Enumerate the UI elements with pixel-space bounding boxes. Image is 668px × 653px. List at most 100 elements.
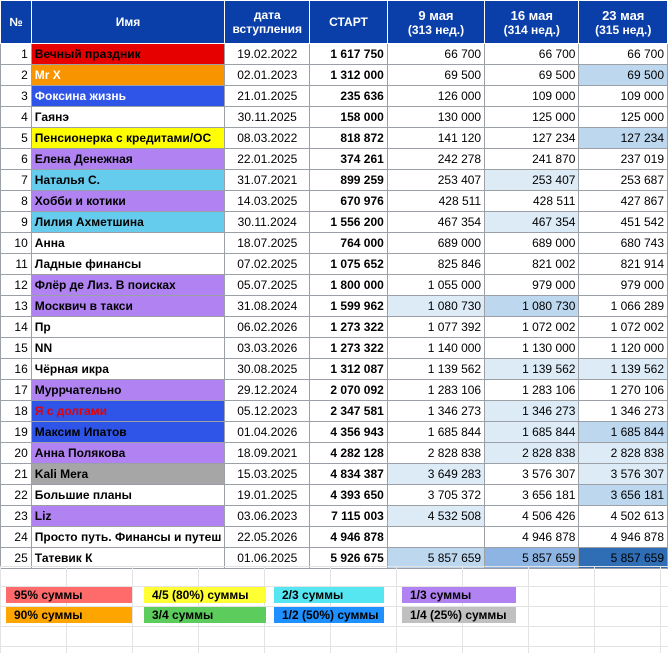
row-name: Елена Денежная xyxy=(30,148,226,170)
header-week-1-date: 9 мая xyxy=(418,7,454,23)
row-date: 19.01.2025 xyxy=(224,484,311,506)
row-start: 1 599 962 xyxy=(309,295,388,317)
row-index: 2 xyxy=(0,64,32,86)
row-week-2: 4 506 426 xyxy=(484,505,580,527)
table-row: 1 Вечный праздник 19.02.2022 1 617 750 66 70… xyxy=(0,43,668,65)
row-week-2: 2 828 838 xyxy=(484,442,580,464)
table-row: 6 Елена Денежная 22.01.2025 374 261 242 278 2… xyxy=(0,148,668,170)
row-start: 1 075 652 xyxy=(309,253,388,275)
row-week-2: 1 685 844 xyxy=(484,421,580,443)
header-week-2-num: (314 нед.) xyxy=(503,22,560,37)
row-start: 235 636 xyxy=(309,85,388,107)
header-week-3-num: (315 нед.) xyxy=(595,22,652,37)
row-start: 4 946 878 xyxy=(309,526,388,548)
row-week-2: 1 139 562 xyxy=(484,358,580,380)
row-date: 22.05.2026 xyxy=(224,526,311,548)
row-date: 03.06.2023 xyxy=(224,505,311,527)
header-name: Имя xyxy=(30,0,226,44)
row-date: 18.09.2021 xyxy=(224,442,311,464)
row-week-2: 689 000 xyxy=(484,232,580,254)
header-week-3: 23 мая (315 нед.) xyxy=(578,0,668,44)
row-week-3: 427 867 xyxy=(578,190,668,212)
row-name: Муррчательно xyxy=(30,379,226,401)
row-index: 18 xyxy=(0,400,32,422)
row-week-3: 69 500 xyxy=(578,64,668,86)
row-start: 158 000 xyxy=(309,106,388,128)
row-date: 19.02.2022 xyxy=(224,43,311,65)
row-week-3: 1 685 844 xyxy=(578,421,668,443)
row-week-2: 109 000 xyxy=(484,85,580,107)
row-week-3: 680 743 xyxy=(578,232,668,254)
legend-50: 1/2 (50%) суммы xyxy=(274,607,384,623)
header-date-line1: дата xyxy=(253,8,281,22)
table-row: 16 Чёрная икра 30.08.2025 1 312 087 1 139 56… xyxy=(0,358,668,380)
row-week-1: 253 407 xyxy=(386,169,486,191)
header-week-3-date: 23 мая xyxy=(602,7,645,23)
row-index: 24 xyxy=(0,526,32,548)
table-body: 1 Вечный праздник 19.02.2022 1 617 750 66 70… xyxy=(0,43,668,569)
row-week-3: 2 828 838 xyxy=(578,442,668,464)
legend-90: 90% суммы xyxy=(6,607,132,623)
row-index: 7 xyxy=(0,169,32,191)
table-row: 11 Ладные финансы 07.02.2025 1 075 652 825 8… xyxy=(0,253,668,275)
header-week-2: 16 мая (314 нед.) xyxy=(484,0,580,44)
row-index: 12 xyxy=(0,274,32,296)
row-name: Я с долгами xyxy=(30,400,226,422)
row-name: Чёрная икра xyxy=(30,358,226,380)
row-name: Фоксина жизнь xyxy=(30,85,226,107)
table-row: 9 Лилия Ахметшина 30.11.2024 1 556 200 467 3… xyxy=(0,211,668,233)
row-date: 21.01.2025 xyxy=(224,85,311,107)
row-name: Вечный праздник xyxy=(30,43,226,65)
row-week-3: 253 687 xyxy=(578,169,668,191)
row-start: 4 356 943 xyxy=(309,421,388,443)
row-week-1: 1 077 392 xyxy=(386,316,486,338)
row-date: 02.01.2023 xyxy=(224,64,311,86)
table-row: 5 Пенсионерка с кредитами/ОС 08.03.2022 818… xyxy=(0,127,668,149)
row-name: Флёр де Лиз. В поисках xyxy=(30,274,226,296)
row-week-1: 428 511 xyxy=(386,190,486,212)
row-index: 19 xyxy=(0,421,32,443)
row-week-3: 66 700 xyxy=(578,43,668,65)
row-week-3: 4 946 878 xyxy=(578,526,668,548)
row-index: 22 xyxy=(0,484,32,506)
row-date: 06.02.2026 xyxy=(224,316,311,338)
legend-80: 4/5 (80%) суммы xyxy=(144,587,266,603)
header-week-1: 9 мая (313 нед.) xyxy=(386,0,486,44)
row-name: Большие планы xyxy=(30,484,226,506)
row-week-1: 3 649 283 xyxy=(386,463,486,485)
header-index: № xyxy=(0,0,32,44)
row-index: 4 xyxy=(0,106,32,128)
row-week-2: 3 576 307 xyxy=(484,463,580,485)
row-date: 29.12.2024 xyxy=(224,379,311,401)
row-start: 1 273 322 xyxy=(309,337,388,359)
row-week-3: 4 502 613 xyxy=(578,505,668,527)
row-date: 31.08.2024 xyxy=(224,295,311,317)
row-week-2: 467 354 xyxy=(484,211,580,233)
row-date: 30.08.2025 xyxy=(224,358,311,380)
row-week-3: 451 542 xyxy=(578,211,668,233)
row-week-1: 141 120 xyxy=(386,127,486,149)
row-week-2: 66 700 xyxy=(484,43,580,65)
row-date: 05.12.2023 xyxy=(224,400,311,422)
legend-95: 95% суммы xyxy=(6,587,132,603)
legend-33: 1/3 суммы xyxy=(402,587,516,603)
row-week-2: 241 870 xyxy=(484,148,580,170)
row-index: 14 xyxy=(0,316,32,338)
row-start: 7 115 003 xyxy=(309,505,388,527)
row-week-1: 1 080 730 xyxy=(386,295,486,317)
row-start: 1 312 087 xyxy=(309,358,388,380)
row-name: NN xyxy=(30,337,226,359)
row-week-1: 3 705 372 xyxy=(386,484,486,506)
table-row: 2 Mr X 02.01.2023 1 312 000 69 500 69 500 69 5… xyxy=(0,64,668,86)
row-week-2: 125 000 xyxy=(484,106,580,128)
row-index: 5 xyxy=(0,127,32,149)
row-week-3: 1 139 562 xyxy=(578,358,668,380)
row-week-2: 1 283 106 xyxy=(484,379,580,401)
row-date: 03.03.2026 xyxy=(224,337,311,359)
row-index: 20 xyxy=(0,442,32,464)
row-week-1: 242 278 xyxy=(386,148,486,170)
row-index: 23 xyxy=(0,505,32,527)
row-week-2: 4 946 878 xyxy=(484,526,580,548)
table-row: 17 Муррчательно 29.12.2024 2 070 092 1 283 1… xyxy=(0,379,668,401)
table-row: 22 Большие планы 19.01.2025 4 393 650 3 705 … xyxy=(0,484,668,506)
